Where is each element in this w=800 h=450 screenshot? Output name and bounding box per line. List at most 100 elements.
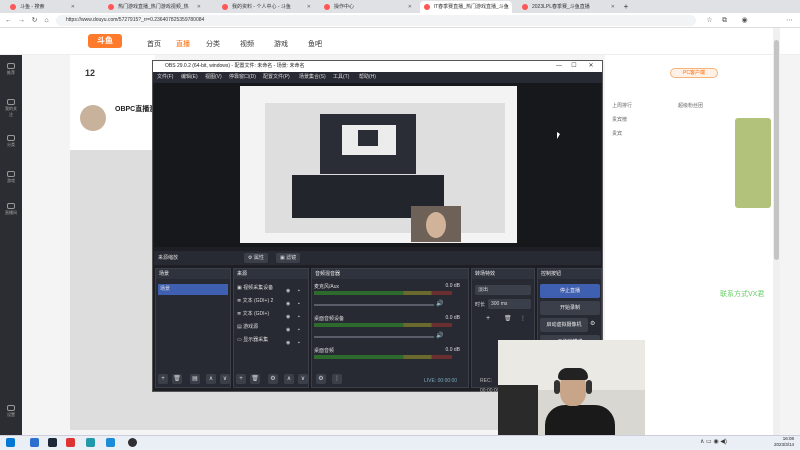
stop-streaming-button[interactable]: 停止直播 — [540, 284, 600, 298]
sidebar-item[interactable]: 直播间 — [4, 203, 18, 217]
filters-button[interactable]: ▣ 滤镜 — [276, 253, 301, 263]
menu-item[interactable]: 工具(T) — [333, 72, 349, 83]
avatar[interactable] — [80, 105, 106, 131]
menu-item[interactable]: 配置文件(P) — [263, 72, 290, 83]
sidebar-item[interactable]: 游戏 — [4, 171, 18, 185]
steam-icon[interactable] — [48, 438, 57, 447]
windows-start-icon[interactable] — [6, 438, 15, 447]
forward-icon[interactable]: → — [17, 16, 26, 25]
browser-tab[interactable]: 我的资料 - 个人中心 - 斗鱼 ✕ — [218, 1, 314, 13]
taskbar-clock[interactable]: 16:08 2023/3/14 — [744, 436, 794, 448]
mixer-channel-db: 0.0 dB — [445, 315, 460, 321]
volume-slider[interactable] — [314, 336, 434, 338]
menu-item[interactable]: 编辑(E) — [181, 72, 198, 83]
headset-icon — [586, 380, 592, 394]
sidebar-item[interactable]: 我的关注 — [4, 99, 18, 117]
tab-label: lT春季赛直播_热门游戏直播_斗鱼 — [434, 4, 509, 10]
profile-icon[interactable]: ◉ — [740, 16, 749, 25]
star-icon[interactable]: ☆ — [705, 16, 714, 25]
reload-icon[interactable]: ↻ — [30, 16, 39, 25]
url-input[interactable]: https://www.douyu.com/5727915?_rr=0.2364… — [56, 15, 696, 26]
tab-favicon-icon — [222, 4, 228, 10]
properties-button[interactable]: ⚙ 属性 — [244, 253, 268, 263]
sidebar-item[interactable]: 推荐 — [4, 63, 18, 77]
sidebar-label: 设置 — [7, 412, 15, 417]
menu-item[interactable]: 停靠窗口(D) — [229, 72, 256, 83]
nav-link[interactable]: 视频 — [240, 39, 254, 49]
new-tab-icon[interactable]: + — [620, 1, 632, 13]
site-logo[interactable]: 斗鱼 — [88, 34, 122, 48]
nav-link[interactable]: 鱼吧 — [308, 39, 322, 49]
gear-icon[interactable]: ⚙ — [590, 320, 595, 327]
back-icon[interactable]: ← — [4, 16, 13, 25]
advertisement-banner[interactable] — [735, 118, 771, 208]
minimize-icon[interactable]: — — [553, 61, 565, 72]
source-item[interactable]: ≣ 文本 (GDI+) — [237, 309, 269, 320]
browser-tab[interactable]: 斗鱼 - 搜索 ✕ — [6, 1, 78, 13]
menu-icon[interactable]: ⋯ — [785, 16, 794, 25]
start-recording-button[interactable]: 开始录制 — [540, 301, 600, 315]
virtual-camera-button[interactable]: 启动虚拟摄像机 — [540, 318, 588, 332]
visibility-eye-icon[interactable]: ◉ ◉ ◉ ◉ ◉ — [286, 285, 290, 350]
duration-label: 时长 — [475, 302, 486, 308]
scrollbar-thumb[interactable] — [774, 40, 779, 260]
sidebar-label: 游戏 — [7, 178, 15, 183]
live-timer: LIVE: 00:00:00 — [424, 378, 458, 384]
close-icon[interactable]: ✕ — [611, 1, 615, 13]
close-icon[interactable]: ✕ — [408, 1, 412, 13]
close-icon[interactable]: ✕ — [197, 1, 201, 13]
menu-item[interactable]: 文件(F) — [157, 72, 173, 83]
browser-tab-active[interactable]: lT春季赛直播_热门游戏直播_斗鱼 ✕ — [420, 1, 512, 13]
menu-item[interactable]: 视图(V) — [205, 72, 222, 83]
browser-tab[interactable]: 2023LPL春季赛_斗鱼直播 ✕ — [518, 1, 618, 13]
nav-link[interactable]: 首页 — [147, 39, 161, 49]
mixer-channel-db: 0.0 dB — [445, 283, 460, 289]
nav-link[interactable]: 直播 — [176, 39, 190, 49]
sidebar-label: 直播间 — [5, 210, 17, 215]
obs-title-bar: OBS 29.0.2 (64-bit, windows) - 配置文件: 未命名… — [153, 61, 602, 72]
transition-select[interactable]: 淡出 — [475, 285, 531, 295]
pc-client-button[interactable]: PC客户端 — [670, 68, 718, 78]
scene-item[interactable]: 场景 — [158, 284, 228, 295]
close-icon[interactable]: ✕ — [505, 1, 509, 13]
browser-tab[interactable]: 操作中心 ✕ — [320, 1, 415, 13]
system-tray-icons[interactable]: ∧ ▭ ◉ ◀) — [700, 438, 727, 445]
sidebar-item[interactable]: 设置 — [4, 405, 18, 419]
volume-slider[interactable] — [314, 304, 434, 306]
lock-icon[interactable]: ▪ ▪ ▪ ▪ ▪ — [298, 285, 300, 350]
extensions-icon[interactable]: ⧉ — [720, 16, 729, 25]
more-menu-icon[interactable]: ⋮ — [520, 315, 526, 322]
nav-link[interactable]: 分类 — [206, 39, 220, 49]
mouse-cursor-icon — [557, 132, 560, 139]
home-icon[interactable]: ⌂ — [42, 16, 51, 25]
menu-item[interactable]: 场景集合(S) — [299, 72, 326, 83]
source-item[interactable]: ▭ 显示器采集 — [237, 335, 268, 346]
edge-icon[interactable] — [106, 438, 115, 447]
right-text: 贵宾榜 — [612, 117, 628, 123]
source-item[interactable]: ≣ 文本 (GDI+) 2 — [237, 296, 273, 307]
obs-icon[interactable] — [128, 438, 137, 447]
close-icon[interactable]: ✕ — [307, 1, 311, 13]
close-icon[interactable]: ✕ — [71, 1, 75, 13]
source-item[interactable]: ▣ 视频采集设备 — [237, 283, 273, 294]
taskbar-app-icon[interactable] — [30, 438, 39, 447]
add-icon[interactable]: + — [486, 315, 490, 322]
mixer-channel-name: 桌面音频设备 — [314, 316, 345, 322]
maximize-icon[interactable]: ☐ — [568, 61, 580, 72]
audio-mixer-panel: 音频混音器 麦克风/Aux 0.0 dB 🔊 桌面音频设备 0.0 dB 🔊 桌… — [311, 268, 469, 388]
volume-meter — [314, 323, 452, 327]
sidebar-item[interactable]: 分类 — [4, 135, 18, 149]
taskbar-app-icon[interactable] — [66, 438, 75, 447]
windows-taskbar — [0, 435, 800, 450]
nav-link[interactable]: 游戏 — [274, 39, 288, 49]
speaker-icon[interactable]: 🔊 — [436, 332, 443, 339]
trash-icon[interactable]: 🗑 — [504, 315, 512, 322]
taskbar-app-icon[interactable] — [86, 438, 95, 447]
duration-input[interactable]: 300 ms — [488, 299, 531, 309]
speaker-icon[interactable]: 🔊 — [436, 300, 443, 307]
mixer-channel-name: 桌面音频 — [314, 348, 335, 354]
close-icon[interactable]: ✕ — [585, 61, 597, 72]
source-item[interactable]: ▤ 游戏源 — [237, 322, 258, 333]
menu-item[interactable]: 帮助(H) — [359, 72, 376, 83]
browser-tab[interactable]: 热门游戏直播_热门游戏视频_热 ✕ — [104, 1, 204, 13]
